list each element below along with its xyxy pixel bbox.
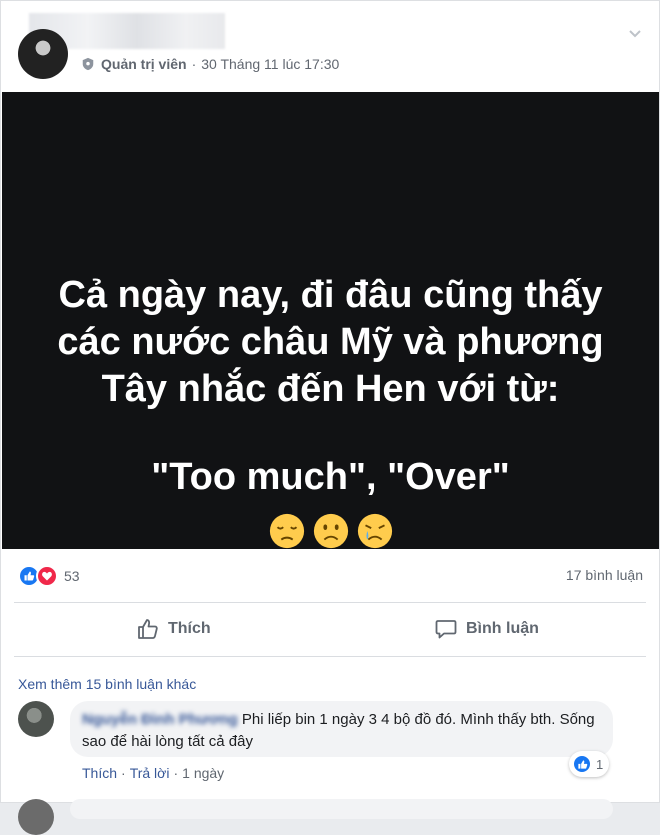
thumbs-up-icon [138,619,158,639]
reaction-count: 53 [64,568,80,584]
comment-reaction-badge[interactable]: 1 [569,751,610,777]
shield-icon [82,57,94,71]
comment-button[interactable]: Bình luận [434,613,539,645]
author-avatar[interactable] [18,29,68,79]
comment-count-link[interactable]: 17 bình luận [566,567,643,583]
love-reaction-icon [36,565,58,587]
image-text-spacer [2,413,659,454]
comment-bubble-icon [435,620,457,639]
post-meta: Quản trị viên · 30 Tháng 11 lúc 17:30 [81,56,339,72]
comment-button-label: Bình luận [466,620,539,637]
comment-bubble: Nguyễn Đình Phương Phi liếp bin 1 ngày 3… [70,701,613,757]
reaction-summary[interactable]: 53 [18,565,80,587]
post-image-text: Cả ngày nay, đi đâu cũng thấy các nước c… [2,272,659,501]
pensive-face-icon [269,513,304,549]
comment-reply-link[interactable]: Trả lời [130,765,170,781]
like-button[interactable]: Thích [136,613,211,645]
chevron-down-icon[interactable] [627,25,643,41]
comment-like-link[interactable]: Thích [82,765,117,781]
separator: · [173,765,179,781]
image-text-line: Cả ngày nay, đi đâu cũng thấy [58,274,603,316]
crying-face-icon [357,513,392,549]
divider [14,656,646,657]
post-timestamp[interactable]: 30 Tháng 11 lúc 17:30 [201,56,339,72]
comment-bubble [70,799,613,819]
image-text-line: Tây nhắc đến Hen với từ: [101,368,560,410]
separator: · [121,765,126,781]
emoji-row [2,512,659,550]
comment-actions: Thích · Trả lời · 1 ngày [82,765,224,781]
comment-time[interactable]: 1 ngày [182,765,224,781]
image-text-quote: "Too much", "Over" [151,456,510,498]
view-more-comments-link[interactable]: Xem thêm 15 bình luận khác [18,676,196,692]
divider [14,602,646,603]
frowning-face-icon [313,513,348,549]
like-reaction-icon [572,754,592,774]
commenter-avatar[interactable] [18,799,54,835]
commenter-avatar[interactable] [18,701,54,737]
post-card: Quản trị viên · 30 Tháng 11 lúc 17:30 Cả… [0,0,660,835]
like-button-label: Thích [168,620,211,637]
commenter-name[interactable]: Nguyễn Đình Phương [82,711,238,728]
post-image[interactable]: Cả ngày nay, đi đâu cũng thấy các nước c… [2,92,659,549]
image-text-line: các nước châu Mỹ và phương [57,321,604,363]
comment-reaction-count: 1 [596,756,604,772]
admin-role-label: Quản trị viên [101,56,187,72]
meta-separator: · [191,56,197,72]
